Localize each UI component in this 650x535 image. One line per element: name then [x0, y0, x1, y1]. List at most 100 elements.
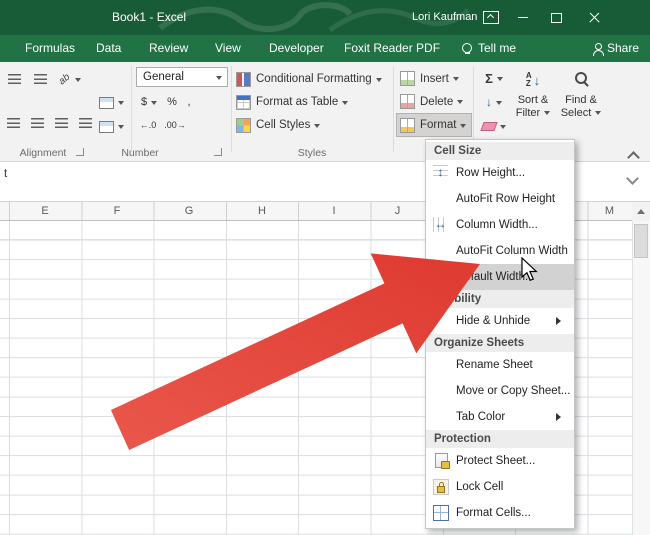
column-header-J[interactable]: J	[370, 202, 425, 221]
menu-header-cell-size: Cell Size	[426, 142, 574, 160]
column-header-H[interactable]: H	[226, 202, 298, 221]
dropdown-caret-icon	[544, 111, 550, 118]
tab-formulas[interactable]: Formulas	[25, 35, 75, 62]
alignment-group-label: Alignment	[8, 147, 78, 159]
column-header-M[interactable]: M	[587, 202, 632, 221]
conditional-formatting-label: Conditional Formatting	[256, 73, 372, 85]
number-format-value: General	[143, 71, 184, 83]
styles-group-label: Styles	[270, 147, 354, 159]
fill-button[interactable]: ↓	[479, 92, 509, 112]
tell-me-box[interactable]: Tell me	[478, 35, 516, 62]
decrease-decimal-button[interactable]: .00→	[162, 115, 188, 135]
align-lines-icon	[34, 74, 47, 85]
group-divider	[231, 66, 232, 152]
cell-styles-icon	[236, 118, 251, 133]
align-lines-icon	[7, 118, 20, 129]
align-center-button[interactable]	[26, 112, 48, 134]
accounting-format-button[interactable]: $	[136, 92, 162, 112]
account-user-name[interactable]: Lori Kaufman	[412, 0, 477, 35]
maximize-button[interactable]	[540, 0, 572, 35]
close-button[interactable]	[578, 0, 610, 35]
tab-view[interactable]: View	[215, 35, 241, 62]
tab-foxit-reader-pdf[interactable]: Foxit Reader PDF	[344, 35, 440, 62]
insert-cells-button[interactable]: Insert	[397, 68, 471, 89]
autosum-sigma-icon: Σ	[485, 71, 493, 86]
align-top-button[interactable]	[2, 68, 26, 90]
autosum-button[interactable]: Σ	[479, 68, 509, 88]
percent-style-button[interactable]: %	[164, 92, 180, 112]
menu-item-row-height[interactable]: ↕ Row Height...	[426, 160, 574, 186]
sort-filter-icon: AZ ↓	[526, 68, 540, 92]
format-cells-icon	[433, 505, 449, 521]
minimize-button[interactable]	[507, 0, 539, 35]
conditional-formatting-button[interactable]: Conditional Formatting	[236, 68, 390, 90]
menu-item-column-width[interactable]: ↔ Column Width...	[426, 212, 574, 238]
column-header-F[interactable]: F	[81, 202, 153, 221]
format-as-table-button[interactable]: Format as Table	[236, 91, 390, 113]
menu-item-format-cells[interactable]: Format Cells...	[426, 500, 574, 526]
column-header-I[interactable]: I	[298, 202, 370, 221]
format-label: Format	[420, 119, 456, 131]
delete-cells-icon	[400, 94, 415, 109]
increase-decimal-button[interactable]: ←.0	[136, 115, 160, 135]
comma-style-button[interactable]: ,	[182, 92, 196, 112]
column-width-icon: ↔	[433, 217, 448, 232]
format-as-table-icon	[236, 95, 251, 110]
close-icon	[588, 11, 601, 24]
dropdown-caret-icon	[314, 124, 320, 131]
find-select-button[interactable]: Find & Select	[557, 68, 605, 140]
tab-developer[interactable]: Developer	[269, 35, 324, 62]
scrollbar-thumb[interactable]	[634, 224, 648, 258]
column-header-E[interactable]: E	[9, 202, 81, 221]
conditional-formatting-icon	[236, 72, 251, 87]
column-header-G[interactable]: G	[153, 202, 225, 221]
align-lines-icon	[31, 118, 44, 129]
delete-cells-button[interactable]: Delete	[397, 91, 471, 112]
clear-button[interactable]	[479, 116, 509, 136]
submenu-arrow-icon	[556, 317, 565, 325]
increase-indent-button[interactable]	[74, 112, 96, 134]
minimize-icon	[518, 17, 528, 19]
wrap-text-button[interactable]	[94, 92, 128, 113]
cell-styles-button[interactable]: Cell Styles	[236, 114, 390, 136]
dropdown-caret-icon	[75, 78, 81, 85]
number-group-label: Number	[100, 147, 180, 159]
row-height-icon: ↕	[433, 165, 448, 180]
decrease-decimal-icon: .00→	[164, 120, 186, 130]
triangle-up-icon	[637, 205, 645, 214]
tab-data[interactable]: Data	[96, 35, 121, 62]
tab-review[interactable]: Review	[149, 35, 188, 62]
sort-filter-button[interactable]: AZ ↓ Sort & Filter	[510, 68, 556, 140]
align-lines-icon	[8, 74, 21, 85]
dropdown-caret-icon	[151, 101, 157, 108]
group-divider	[393, 66, 394, 152]
insert-label: Insert	[420, 73, 449, 85]
excel-window: Book1 - Excel Lori Kaufman Formulas Data…	[0, 0, 650, 535]
align-middle-button[interactable]	[28, 68, 52, 90]
share-button[interactable]: Share	[607, 35, 639, 62]
number-format-select[interactable]: General	[136, 67, 228, 87]
format-as-table-label: Format as Table	[256, 96, 338, 108]
orientation-button[interactable]: ab	[54, 68, 86, 90]
expand-formula-bar-button[interactable]	[628, 170, 637, 188]
lock-cell-icon	[433, 479, 449, 495]
scroll-up-button[interactable]	[632, 202, 650, 221]
ribbon-display-options-button[interactable]	[475, 0, 507, 35]
chevron-down-icon	[626, 172, 639, 185]
number-dialog-launcher[interactable]	[214, 148, 222, 156]
alignment-dialog-launcher[interactable]	[76, 148, 84, 156]
insert-cells-icon	[400, 71, 415, 86]
format-menu-button[interactable]: Format	[396, 113, 472, 137]
window-title: Book1 - Excel	[112, 0, 186, 35]
menu-item-autofit-row-height[interactable]: AutoFit Row Height	[426, 186, 574, 212]
indent-lines-icon	[55, 118, 68, 129]
orientation-icon: ab	[57, 71, 73, 87]
dropdown-caret-icon	[500, 125, 506, 132]
align-left-button[interactable]	[2, 112, 24, 134]
menu-item-lock-cell[interactable]: Lock Cell	[426, 474, 574, 500]
merge-center-button[interactable]	[94, 116, 128, 137]
maximize-icon	[551, 13, 562, 23]
comma-icon: ,	[187, 96, 190, 108]
submenu-arrow-icon	[556, 413, 565, 421]
decrease-indent-button[interactable]	[50, 112, 72, 134]
